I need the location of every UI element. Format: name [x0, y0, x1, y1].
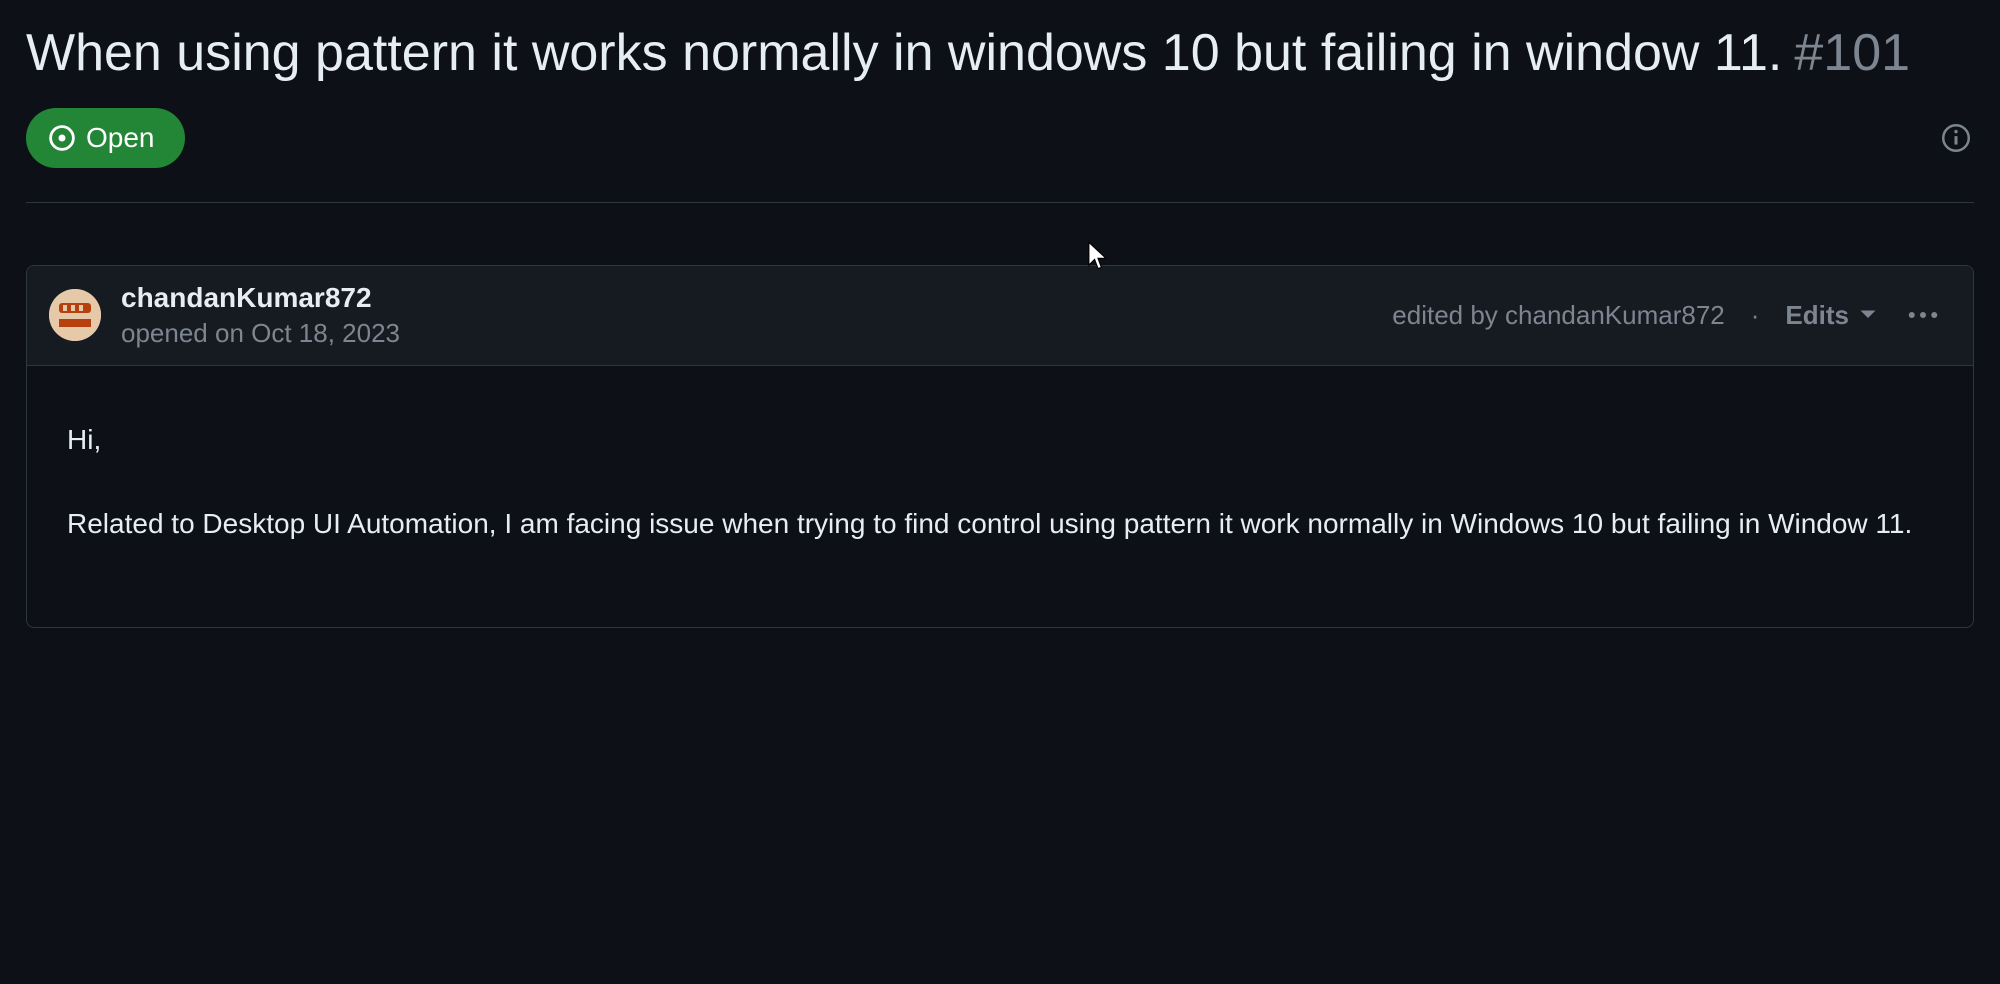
issue-number: #101 — [1794, 23, 1910, 83]
comment-body: Hi, Related to Desktop UI Automation, I … — [27, 366, 1973, 628]
caret-down-icon — [1859, 300, 1877, 331]
status-label: Open — [86, 122, 155, 154]
edits-label: Edits — [1785, 300, 1849, 331]
comment-header: chandanKumar872 opened on Oct 18, 2023 e… — [27, 266, 1973, 366]
status-badge-open: Open — [26, 108, 185, 168]
comment-header-right: edited by chandanKumar872 · Edits — [1392, 299, 1943, 331]
avatar[interactable] — [49, 289, 101, 341]
issue-view: When using pattern it works normally in … — [0, 0, 2000, 628]
info-icon[interactable] — [1938, 120, 1974, 156]
author-name[interactable]: chandanKumar872 — [121, 282, 400, 314]
comment-paragraph: Related to Desktop UI Automation, I am f… — [67, 502, 1933, 547]
comment-header-left: chandanKumar872 opened on Oct 18, 2023 — [49, 282, 400, 349]
opened-on: opened on Oct 18, 2023 — [121, 318, 400, 349]
edits-dropdown[interactable]: Edits — [1785, 300, 1877, 331]
comment-paragraph: Hi, — [67, 418, 1933, 463]
status-row: Open — [26, 108, 1974, 203]
issue-title: When using pattern it works normally in … — [26, 20, 1782, 88]
issue-open-icon — [48, 124, 76, 152]
dot-separator: · — [1751, 300, 1760, 331]
edited-by-label: edited by chandanKumar872 — [1392, 300, 1724, 331]
comment-actions-menu[interactable] — [1903, 299, 1943, 331]
author-block: chandanKumar872 opened on Oct 18, 2023 — [121, 282, 400, 349]
issue-title-row: When using pattern it works normally in … — [26, 20, 1974, 88]
comment-container: chandanKumar872 opened on Oct 18, 2023 e… — [26, 265, 1974, 629]
